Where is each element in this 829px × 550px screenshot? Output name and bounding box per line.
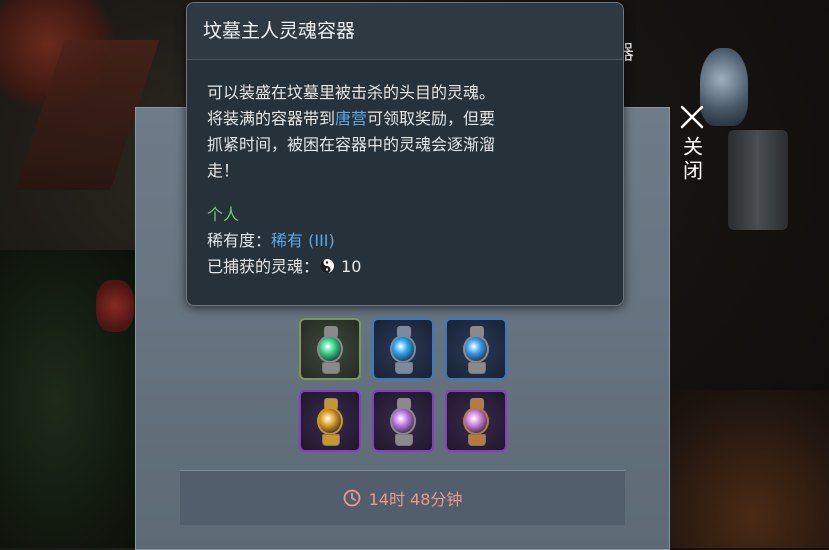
soul-urn-icon	[388, 398, 418, 446]
soul-container-slot[interactable]	[445, 390, 507, 452]
tooltip-body: 可以装盛在坟墓里被击杀的头目的灵魂。 将装满的容器带到唐营可领取奖励，但要 抓紧…	[187, 60, 623, 280]
soul-container-slot[interactable]	[299, 318, 361, 380]
binding-type: 个人	[207, 205, 240, 224]
background-pillar	[728, 130, 788, 230]
time-remaining-bar: 14时 48分钟	[180, 470, 625, 525]
souls-value: 10	[341, 257, 362, 276]
time-remaining-text: 14时 48分钟	[368, 490, 463, 509]
close-label: 关闭	[679, 136, 704, 184]
soul-container-slot[interactable]	[372, 318, 434, 380]
description-line: 抓紧时间，被困在容器中的灵魂会逐渐溜	[207, 135, 496, 154]
clock-icon	[343, 489, 360, 507]
description-line: 走！	[207, 161, 240, 180]
soul-container-grid	[299, 318, 511, 454]
tooltip-title: 坟墓主人灵魂容器	[187, 3, 623, 60]
soul-urn-icon	[461, 398, 491, 446]
item-tooltip: 坟墓主人灵魂容器 可以装盛在坟墓里被击杀的头目的灵魂。 将装满的容器带到唐营可领…	[186, 2, 624, 306]
close-button[interactable]: 关闭	[672, 104, 712, 204]
soul-container-slot[interactable]	[372, 390, 434, 452]
rarity-value: 稀有 (III)	[271, 231, 335, 250]
soul-urn-icon	[461, 326, 491, 374]
background-lantern	[96, 280, 134, 332]
soul-container-slot[interactable]	[299, 390, 361, 452]
description-line: 可以装盛在坟墓里被击杀的头目的灵魂。	[207, 83, 496, 102]
soul-container-slot[interactable]	[445, 318, 507, 380]
location-link[interactable]: 唐营	[335, 109, 367, 128]
description-text: 将装满的容器带到	[207, 109, 336, 128]
souls-row: 已捕获的灵魂： 10	[207, 254, 603, 280]
rarity-row: 稀有度：稀有 (III)	[207, 228, 603, 254]
description-line: 将装满的容器带到唐营可领取奖励，但要	[207, 106, 603, 132]
description-text: 可领取奖励，但要	[367, 109, 496, 128]
soul-urn-icon	[315, 398, 345, 446]
soul-urn-icon	[388, 326, 418, 374]
soul-icon	[320, 259, 335, 273]
soul-urn-icon	[315, 326, 345, 374]
close-icon	[680, 105, 704, 129]
rarity-label: 稀有度：	[207, 231, 272, 250]
souls-label: 已捕获的灵魂：	[207, 257, 320, 276]
